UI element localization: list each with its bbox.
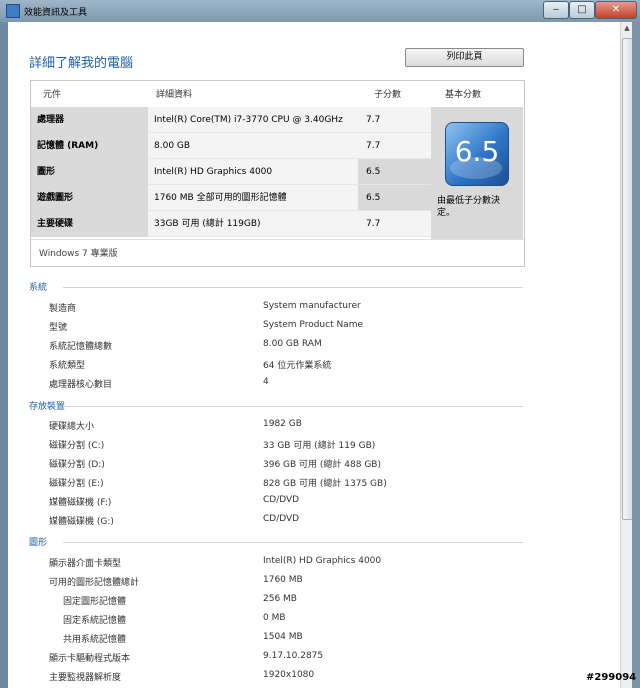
window-title: 效能資訊及工具 <box>24 8 88 18</box>
system-label: 型號 <box>49 323 68 333</box>
section-divider <box>63 542 523 543</box>
graphics-value: 256 MB <box>263 594 297 604</box>
storage-value: CD/DVD <box>263 495 300 505</box>
component-details: 1760 MB 全部可用的圖形記憶體 <box>148 185 358 211</box>
base-score-badge: 6.5 <box>445 122 509 186</box>
system-label: 系統記憶體總數 <box>49 342 113 352</box>
graphics-label: 固定圖形記憶體 <box>63 597 127 607</box>
storage-value: 33 GB 可用 (總計 119 GB) <box>263 441 376 451</box>
maximize-button[interactable]: □ <box>569 1 595 19</box>
section-divider <box>63 287 523 288</box>
minimize-button[interactable]: ‒ <box>543 1 569 19</box>
print-page-button[interactable]: 列印此頁 <box>405 48 524 67</box>
system-value: 8.00 GB RAM <box>263 339 322 349</box>
graphics-label: 顯示卡驅動程式版本 <box>49 654 131 664</box>
header-subscore: 子分數 <box>374 90 402 100</box>
storage-label: 磁碟分割 (E:) <box>49 479 104 489</box>
score-row-primary-disk: 主要硬碟 33GB 可用 (總計 119GB) 7.7 <box>31 211 431 237</box>
graphics-value: 1504 MB <box>263 632 303 642</box>
graphics-label: 顯示器介面卡類型 <box>49 559 122 569</box>
graphics-value: 1760 MB <box>263 575 303 585</box>
system-value: System manufacturer <box>263 301 361 311</box>
base-score-panel: 6.5 由最低子分數決定。 <box>431 107 523 239</box>
storage-value: CD/DVD <box>263 514 300 524</box>
system-value: System Product Name <box>263 320 364 330</box>
graphics-value: Intel(R) HD Graphics 4000 <box>263 556 382 566</box>
storage-value: 1982 GB <box>263 419 302 429</box>
storage-label: 硬碟總大小 <box>49 422 95 432</box>
watermark: #299094 <box>586 672 637 683</box>
storage-value: 828 GB 可用 (總計 1375 GB) <box>263 479 387 489</box>
component-subscore: 6.5 <box>358 159 431 185</box>
system-label: 系統類型 <box>49 361 86 371</box>
component-name: 圖形 <box>31 159 148 185</box>
storage-label: 磁碟分割 (D:) <box>49 460 105 470</box>
graphics-label: 固定系統記憶體 <box>63 616 127 626</box>
graphics-value: 0 MB <box>263 613 286 623</box>
storage-label: 磁碟分割 (C:) <box>49 441 105 451</box>
section-storage-title: 存放裝置 <box>29 402 66 412</box>
component-subscore: 7.7 <box>358 107 431 133</box>
windows-edition: Windows 7 專業版 <box>39 249 118 259</box>
system-label: 處理器核心數目 <box>49 380 113 390</box>
storage-label: 媒體磁碟機 (F:) <box>49 498 112 508</box>
component-subscore: 7.7 <box>358 133 431 159</box>
section-system-title: 系統 <box>29 283 48 293</box>
component-name: 記憶體 (RAM) <box>31 133 148 159</box>
header-details: 詳細資料 <box>156 90 193 100</box>
system-label: 製造商 <box>49 304 77 314</box>
component-subscore: 6.5 <box>358 185 431 211</box>
graphics-label: 可用的圖形記憶體總計 <box>49 578 140 588</box>
storage-label: 媒體磁碟機 (G:) <box>49 517 114 527</box>
component-details: Intel(R) HD Graphics 4000 <box>148 159 358 185</box>
graphics-value: 1920x1080 <box>263 670 315 680</box>
header-component: 元件 <box>43 90 62 100</box>
window-border <box>632 22 640 688</box>
base-score-note: 由最低子分數決定。 <box>437 196 501 218</box>
section-divider <box>63 406 523 407</box>
component-details: 8.00 GB <box>148 133 358 159</box>
storage-value: 396 GB 可用 (總計 488 GB) <box>263 460 381 470</box>
component-details: 33GB 可用 (總計 119GB) <box>148 211 358 237</box>
score-row-processor: 處理器 Intel(R) Core(TM) i7-3770 CPU @ 3.40… <box>31 107 431 133</box>
component-subscore: 7.7 <box>358 211 431 237</box>
page-title: 詳細了解我的電腦 <box>29 56 134 71</box>
score-row-graphics: 圖形 Intel(R) HD Graphics 4000 6.5 <box>31 159 431 185</box>
graphics-label: 主要監視器解析度 <box>49 673 122 683</box>
title-bar: 效能資訊及工具 ‒ □ ✕ <box>0 0 640 22</box>
graphics-value: 9.17.10.2875 <box>263 651 324 661</box>
component-name: 主要硬碟 <box>31 211 148 237</box>
graphics-label: 共用系統記憶體 <box>63 635 127 645</box>
component-details: Intel(R) Core(TM) i7-3770 CPU @ 3.40GHz <box>148 107 358 133</box>
system-value: 64 位元作業系統 <box>263 361 332 371</box>
app-icon <box>6 4 20 18</box>
score-row-memory: 記憶體 (RAM) 8.00 GB 7.7 <box>31 133 431 159</box>
content-area: 詳細了解我的電腦 列印此頁 元件 詳細資料 子分數 基本分數 處理器 Intel… <box>8 22 620 688</box>
section-graphics-title: 圖形 <box>29 538 48 548</box>
base-score-value: 6.5 <box>454 135 500 168</box>
header-base-score: 基本分數 <box>445 90 482 100</box>
close-button[interactable]: ✕ <box>595 1 637 19</box>
system-value: 4 <box>263 377 269 387</box>
component-name: 遊戲圖形 <box>31 185 148 211</box>
component-name: 處理器 <box>31 107 148 133</box>
divider <box>31 239 524 240</box>
score-row-gaming-graphics: 遊戲圖形 1760 MB 全部可用的圖形記憶體 6.5 <box>31 185 431 211</box>
score-table: 元件 詳細資料 子分數 基本分數 處理器 Intel(R) Core(TM) i… <box>30 80 525 267</box>
